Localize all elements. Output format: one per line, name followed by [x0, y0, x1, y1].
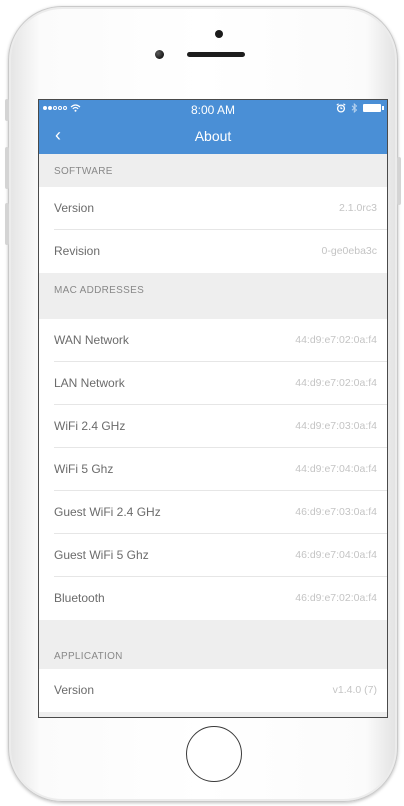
- alarm-icon: [336, 103, 346, 113]
- info-row-revision: Revision 0-ge0eba3c: [39, 230, 387, 273]
- status-time: 8:00 AM: [190, 103, 236, 117]
- info-row-guest-wifi-5-ghz: Guest WiFi 5 Ghz 46:d9:e7:04:0a:f4: [39, 534, 387, 577]
- info-row-wifi-2-4-ghz: WiFi 2.4 GHz 44:d9:e7:03:0a:f4: [39, 405, 387, 448]
- info-row-bluetooth: Bluetooth 46:d9:e7:02:0a:f4: [39, 577, 387, 620]
- info-row-lan-network: LAN Network 44:d9:e7:02:0a:f4: [39, 362, 387, 405]
- navigation-bar: 8:00 AM ‹ About: [39, 100, 387, 154]
- proximity-sensor: [155, 50, 164, 59]
- row-label: Version: [54, 201, 95, 215]
- row-value: 46:d9:e7:02:0a:f4: [295, 592, 377, 604]
- section-header-application: APPLICATION: [39, 620, 387, 669]
- row-label: Bluetooth: [54, 591, 105, 605]
- section-header-software: SOFTWARE: [39, 154, 387, 187]
- phone-power-button: [397, 157, 401, 205]
- info-row-software-version: Version 2.1.0rc3: [39, 187, 387, 230]
- row-label: Revision: [54, 244, 101, 258]
- row-value: 2.1.0rc3: [339, 202, 377, 214]
- row-value: 44:d9:e7:02:0a:f4: [295, 377, 377, 389]
- row-label: WAN Network: [54, 333, 129, 347]
- row-label: Version: [54, 683, 95, 697]
- section-header-mac-addresses: MAC ADDRESSES: [39, 273, 387, 306]
- row-value: 44:d9:e7:02:0a:f4: [295, 334, 377, 346]
- row-value: 46:d9:e7:04:0a:f4: [295, 549, 377, 561]
- row-value: v1.4.0 (7): [332, 684, 377, 696]
- bluetooth-icon: [351, 103, 358, 113]
- info-row-wan-network: WAN Network 44:d9:e7:02:0a:f4: [39, 319, 387, 362]
- info-row-wifi-5-ghz: WiFi 5 Ghz 44:d9:e7:04:0a:f4: [39, 448, 387, 491]
- info-row-application-version: Version v1.4.0 (7): [39, 669, 387, 712]
- battery-icon: [363, 104, 384, 112]
- row-value: 44:d9:e7:04:0a:f4: [295, 463, 377, 475]
- section-title: MAC ADDRESSES: [54, 285, 145, 296]
- phone-volume-up-button: [5, 147, 9, 189]
- earpiece-speaker: [187, 52, 245, 57]
- row-label: LAN Network: [54, 376, 125, 390]
- row-value: 44:d9:e7:03:0a:f4: [295, 420, 377, 432]
- row-label: WiFi 5 Ghz: [54, 462, 114, 476]
- status-bar-right: [336, 103, 384, 113]
- phone-side-button: [5, 99, 9, 121]
- row-label: WiFi 2.4 GHz: [54, 419, 126, 433]
- phone-volume-down-button: [5, 203, 9, 245]
- row-value: 0-ge0eba3c: [321, 245, 377, 257]
- section-title: SOFTWARE: [54, 166, 113, 177]
- app-screen: 8:00 AM ‹ About SOFTWARE Version 2.1.0rc…: [38, 99, 388, 718]
- row-value: 46:d9:e7:03:0a:f4: [295, 506, 377, 518]
- front-camera: [215, 30, 223, 38]
- section-title: APPLICATION: [54, 651, 123, 662]
- home-button[interactable]: [186, 726, 242, 782]
- row-label: Guest WiFi 5 Ghz: [54, 548, 149, 562]
- row-label: Guest WiFi 2.4 GHz: [54, 505, 161, 519]
- page-title: About: [194, 128, 232, 144]
- info-row-guest-wifi-2-4-ghz: Guest WiFi 2.4 GHz 46:d9:e7:03:0a:f4: [39, 491, 387, 534]
